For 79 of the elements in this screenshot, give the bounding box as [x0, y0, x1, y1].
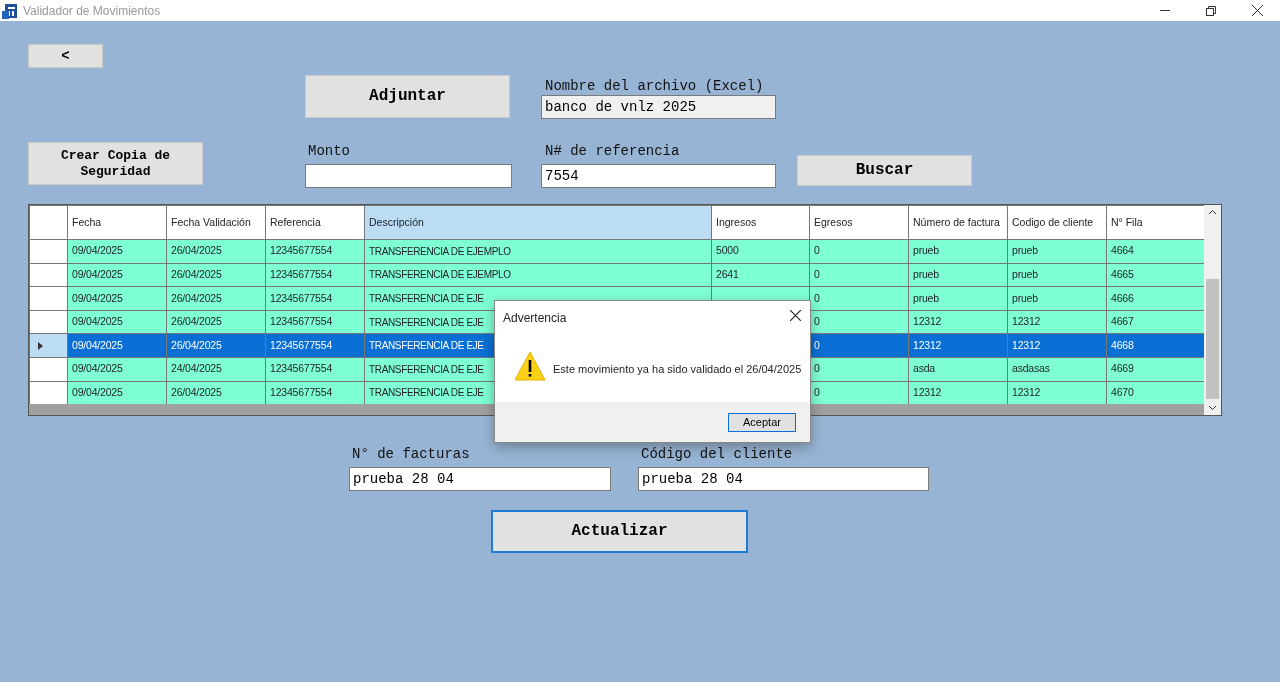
table-cell: 09/04/2025 — [67, 381, 167, 405]
column-header[interactable]: N° Fila — [1106, 205, 1206, 240]
back-button[interactable]: < — [28, 44, 103, 68]
table-cell: 12312 — [908, 381, 1008, 405]
table-cell: 26/04/2025 — [166, 239, 266, 264]
table-cell: prueb — [908, 239, 1008, 264]
table-cell: prueb — [1007, 263, 1107, 287]
minimize-icon[interactable] — [1160, 9, 1170, 12]
table-cell: 26/04/2025 — [166, 381, 266, 405]
close-icon[interactable] — [790, 310, 801, 321]
table-cell: 12345677554 — [265, 357, 365, 382]
table-cell: asdasas — [1007, 357, 1107, 382]
search-button[interactable]: Buscar — [797, 155, 972, 186]
table-cell: 0 — [809, 381, 909, 405]
table-cell: 26/04/2025 — [166, 310, 266, 334]
reference-field[interactable]: 7554 — [541, 164, 776, 188]
window-title: Validador de Movimientos — [23, 2, 161, 20]
table-cell: 12312 — [908, 310, 1008, 334]
table-cell: 2641 — [711, 263, 810, 287]
table-cell: 09/04/2025 — [67, 357, 167, 382]
table-cell: prueb — [1007, 286, 1107, 311]
field-label: N° de facturas — [352, 446, 471, 463]
dialog-title: Advertencia — [503, 310, 567, 327]
table-cell: 24/04/2025 — [166, 357, 266, 382]
table-cell: 12312 — [1007, 333, 1107, 358]
vertical-scrollbar[interactable] — [1204, 205, 1221, 415]
column-header[interactable]: Referencia — [265, 205, 365, 240]
field-label: Código del cliente — [641, 446, 794, 463]
table-cell: 26/04/2025 — [166, 263, 266, 287]
amount-field[interactable] — [305, 164, 512, 188]
field-label: Nombre del archivo (Excel) — [545, 78, 765, 95]
accept-button[interactable]: Aceptar — [728, 413, 796, 432]
table-cell: 5000 — [711, 239, 810, 264]
table-cell: 26/04/2025 — [166, 286, 266, 311]
close-icon[interactable] — [1251, 5, 1263, 16]
table-cell: asda — [908, 357, 1008, 382]
table-cell: 12345677554 — [265, 310, 365, 334]
table-cell: 0 — [809, 357, 909, 382]
attach-button[interactable]: Adjuntar — [305, 75, 510, 118]
table-cell: 12345677554 — [265, 333, 365, 358]
table-cell: 09/04/2025 — [67, 333, 167, 358]
table-cell: 09/04/2025 — [67, 286, 167, 311]
table-cell: 26/04/2025 — [166, 333, 266, 358]
client-code-field[interactable]: prueba 28 04 — [638, 467, 929, 491]
column-header[interactable]: Codigo de cliente — [1007, 205, 1107, 240]
table-cell: 12345677554 — [265, 381, 365, 405]
table-cell: 0 — [809, 263, 909, 287]
table-cell: 0 — [809, 310, 909, 334]
table-cell: 12312 — [1007, 381, 1107, 405]
column-header[interactable]: Descripción — [364, 205, 712, 240]
table-cell: 12345677554 — [265, 263, 365, 287]
column-header[interactable]: Número de factura — [908, 205, 1008, 240]
column-header[interactable]: Fecha Validación — [166, 205, 266, 240]
backup-button[interactable]: Crear Copia de Seguridad — [28, 142, 203, 185]
table-cell: 12312 — [908, 333, 1008, 358]
table-cell: prueb — [1007, 239, 1107, 264]
table-cell: 12312 — [1007, 310, 1107, 334]
table-cell: 0 — [809, 286, 909, 311]
invoice-field[interactable]: prueba 28 04 — [349, 467, 611, 491]
field-label: Monto — [308, 143, 351, 160]
column-header[interactable]: Ingresos — [711, 205, 810, 240]
table-cell: 09/04/2025 — [67, 310, 167, 334]
table-cell: 0 — [809, 239, 909, 264]
column-header[interactable]: Fecha — [67, 205, 167, 240]
warning-icon — [514, 351, 546, 381]
restore-icon[interactable] — [1206, 5, 1216, 16]
update-button[interactable]: Actualizar — [491, 510, 748, 553]
table-cell: 12345677554 — [265, 239, 365, 264]
table-cell: 09/04/2025 — [67, 239, 167, 264]
table-cell: 12345677554 — [265, 286, 365, 311]
column-header[interactable]: Egresos — [809, 205, 909, 240]
table-cell: 09/04/2025 — [67, 263, 167, 287]
table-cell: TRANSFERENCIA DE EJEMPLO — [364, 263, 712, 287]
field-label: N# de referencia — [545, 143, 681, 160]
table-cell: TRANSFERENCIA DE EJEMPLO — [364, 239, 712, 264]
table-cell: prueb — [908, 286, 1008, 311]
file-name-field[interactable]: banco de vnlz 2025 — [541, 95, 776, 119]
table-cell: prueb — [908, 263, 1008, 287]
table-cell: 0 — [809, 333, 909, 358]
